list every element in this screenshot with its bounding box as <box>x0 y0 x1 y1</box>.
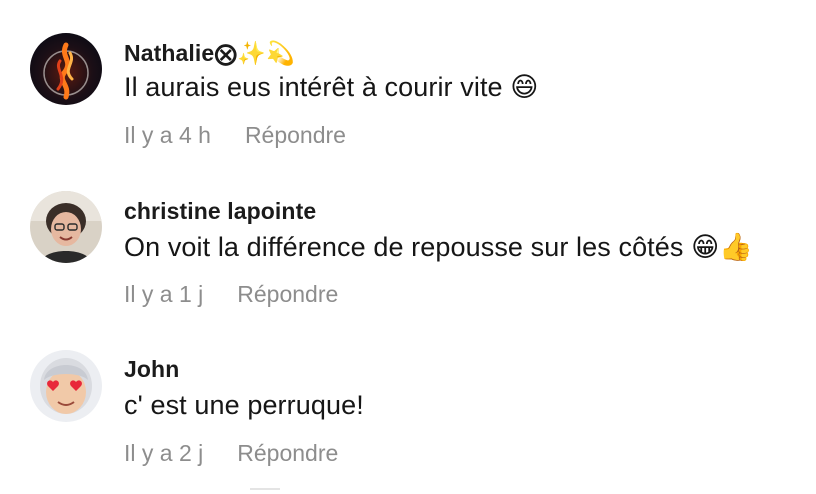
reply-button[interactable]: Répondre <box>237 281 338 307</box>
avatar[interactable] <box>30 33 102 105</box>
next-item-edge <box>250 488 280 494</box>
avatar-image <box>30 33 102 105</box>
comment-author[interactable]: John <box>124 356 179 383</box>
comment-text: c' est une perruque! <box>124 390 364 420</box>
comment-timestamp: Il y a 4 h <box>124 122 211 148</box>
comment-meta: Il y a 2 j Répondre <box>124 440 338 467</box>
avatar[interactable] <box>30 350 102 422</box>
comment-timestamp: Il y a 1 j <box>124 281 204 307</box>
comment-meta: Il y a 4 h Répondre <box>124 122 346 149</box>
comment-author[interactable]: Nathalie⨂✨💫 <box>124 40 295 67</box>
comment-author[interactable]: christine lapointe <box>124 198 316 225</box>
comment-meta: Il y a 1 j Répondre <box>124 281 338 308</box>
avatar[interactable] <box>30 191 102 263</box>
comment-text: On voit la différence de repousse sur le… <box>124 232 754 262</box>
reply-button[interactable]: Répondre <box>237 440 338 466</box>
comment-text: Il aurais eus intérêt à courir vite 😄 <box>124 72 539 102</box>
reply-button[interactable]: Répondre <box>245 122 346 148</box>
comment-timestamp: Il y a 2 j <box>124 440 204 466</box>
avatar-image <box>30 350 102 422</box>
avatar-image <box>30 191 102 263</box>
